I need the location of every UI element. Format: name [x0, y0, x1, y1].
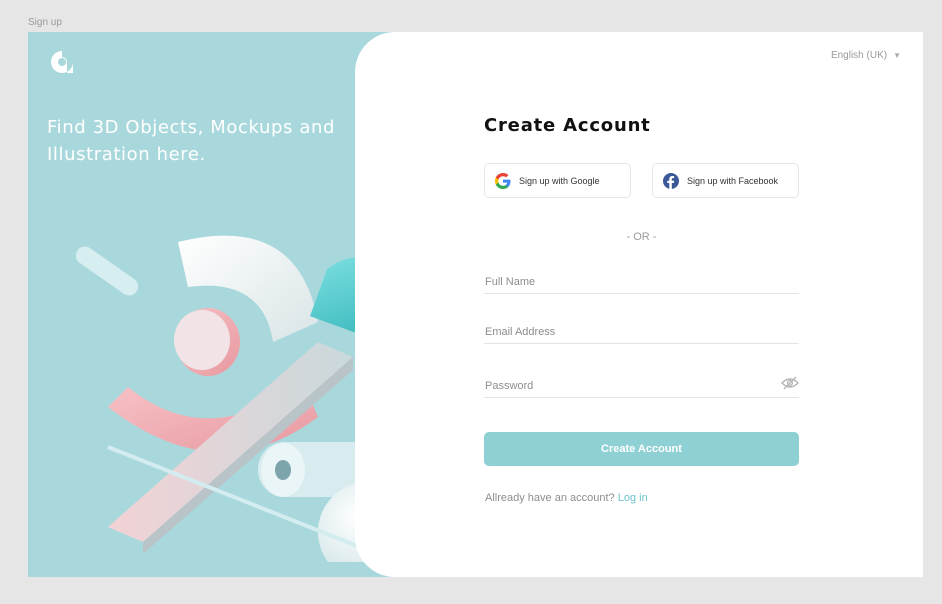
- google-signup-label: Sign up with Google: [519, 175, 600, 186]
- email-field[interactable]: [484, 326, 799, 338]
- login-prompt: Allready have an account? Log in: [485, 492, 648, 504]
- caret-down-icon: ▼: [893, 51, 901, 60]
- email-field-wrap: [484, 322, 799, 344]
- google-signup-button[interactable]: Sign up with Google: [484, 163, 631, 198]
- create-account-button[interactable]: Create Account: [484, 432, 799, 466]
- password-field[interactable]: [484, 380, 799, 392]
- signup-panel: English (UK) ▼ Create Account Sign up wi…: [355, 32, 923, 577]
- facebook-icon: [663, 172, 679, 189]
- logo-icon: [51, 51, 73, 73]
- full-name-field-wrap: [484, 272, 799, 294]
- tagline: Find 3D Objects, Mockups and Illustratio…: [47, 117, 335, 165]
- google-icon: [495, 172, 511, 189]
- password-field-wrap: [484, 376, 799, 398]
- facebook-signup-button[interactable]: Sign up with Facebook: [652, 163, 799, 198]
- login-prompt-text: Allready have an account?: [485, 492, 615, 504]
- signup-frame: Find 3D Objects, Mockups and Illustratio…: [28, 32, 923, 577]
- full-name-field[interactable]: [484, 276, 799, 288]
- eye-off-icon[interactable]: [781, 376, 799, 390]
- frame-label: Sign up: [28, 17, 62, 28]
- form-title: Create Account: [484, 115, 651, 136]
- language-label: English (UK): [830, 50, 888, 61]
- or-divider: - OR -: [626, 231, 657, 243]
- facebook-signup-label: Sign up with Facebook: [687, 175, 779, 186]
- language-selector[interactable]: English (UK) ▼: [831, 50, 901, 61]
- login-link[interactable]: Log in: [618, 492, 648, 504]
